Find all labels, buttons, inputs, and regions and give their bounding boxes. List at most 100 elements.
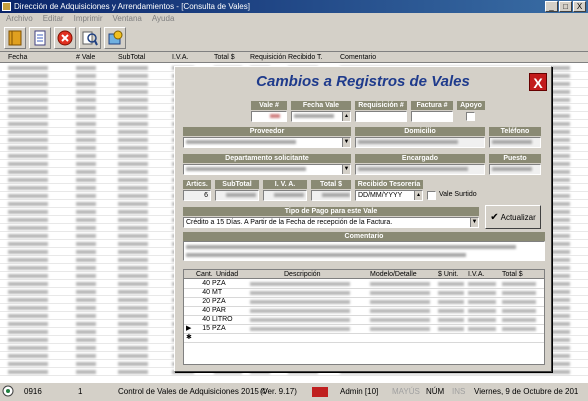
date-spin-icon[interactable]: ▴ bbox=[414, 191, 422, 200]
redacted-cell bbox=[8, 354, 48, 358]
item-cant[interactable]: 40 bbox=[196, 307, 210, 315]
redacted-cell bbox=[118, 114, 148, 118]
minimize-button[interactable]: _ bbox=[545, 1, 558, 12]
apoyo-checkbox[interactable] bbox=[466, 112, 475, 121]
col-fecha[interactable]: Fecha bbox=[8, 53, 27, 63]
redacted-cell bbox=[118, 274, 148, 278]
col-total[interactable]: Total $ bbox=[214, 53, 235, 63]
redacted-cell bbox=[8, 322, 48, 326]
close-icon[interactable]: X bbox=[529, 73, 547, 91]
close-window-button[interactable]: X bbox=[573, 1, 586, 12]
document-icon[interactable] bbox=[29, 27, 51, 49]
redacted-cell bbox=[76, 194, 96, 198]
item-row[interactable]: ✱ bbox=[184, 334, 544, 343]
menu-archivo[interactable]: Archivo bbox=[6, 13, 33, 24]
item-unidad[interactable]: PZA bbox=[212, 325, 226, 333]
actualizar-button[interactable]: ✔ Actualizar bbox=[485, 205, 541, 229]
col-requisicion[interactable]: Requisición bbox=[250, 53, 286, 63]
refresh-icon[interactable] bbox=[104, 27, 126, 49]
col-unit[interactable]: $ Unit. bbox=[438, 270, 458, 279]
item-cant[interactable]: 40 bbox=[196, 316, 210, 324]
col-modelo[interactable]: Modelo/Detalle bbox=[370, 270, 417, 279]
app-icon[interactable] bbox=[2, 2, 11, 11]
vale-surtido-checkbox[interactable] bbox=[427, 191, 436, 200]
redacted-cell bbox=[502, 291, 536, 295]
factura-field[interactable] bbox=[411, 111, 453, 122]
redacted-cell bbox=[8, 338, 48, 342]
status-date: Viernes, 9 de Octubre de 201 bbox=[474, 387, 579, 396]
item-cant[interactable]: 20 bbox=[196, 298, 210, 306]
redacted-cell bbox=[8, 314, 48, 318]
item-row[interactable]: 40 PZA bbox=[184, 280, 544, 289]
col-iva[interactable]: I.V.A. bbox=[172, 53, 188, 63]
redacted-cell bbox=[8, 306, 48, 310]
redacted-cell bbox=[8, 146, 48, 150]
item-row[interactable]: 40 LITRO bbox=[184, 316, 544, 325]
search-icon[interactable] bbox=[79, 27, 101, 49]
chevron-down-icon[interactable]: ▼ bbox=[470, 218, 478, 227]
item-row[interactable]: 15 PZA ▶ bbox=[184, 325, 544, 334]
col-subtotal[interactable]: SubTotal bbox=[118, 53, 145, 63]
comentario-field[interactable] bbox=[183, 241, 545, 261]
redacted-cell bbox=[8, 330, 48, 334]
item-row[interactable]: 40 MT bbox=[184, 289, 544, 298]
menu-ayuda[interactable]: Ayuda bbox=[152, 13, 175, 24]
redacted-cell bbox=[76, 250, 96, 254]
item-cant[interactable]: 40 bbox=[196, 289, 210, 297]
fecha-vale-field[interactable]: ▴ bbox=[291, 111, 351, 122]
menu-editar[interactable]: Editar bbox=[43, 13, 64, 24]
iva-label: I. V. A. bbox=[263, 180, 307, 189]
proveedor-select[interactable]: ▼ bbox=[183, 137, 351, 148]
item-unidad[interactable]: PAR bbox=[212, 307, 226, 315]
col-unidad[interactable]: Unidad bbox=[216, 270, 238, 279]
redacted-cell bbox=[76, 114, 96, 118]
actualizar-label: Actualizar bbox=[500, 212, 536, 222]
redacted-cell bbox=[76, 66, 96, 70]
redacted-cell bbox=[118, 194, 148, 198]
redacted-cell bbox=[76, 274, 96, 278]
chevron-down-icon[interactable]: ▼ bbox=[342, 165, 350, 174]
item-row[interactable]: 40 PAR bbox=[184, 307, 544, 316]
redacted-cell bbox=[118, 154, 148, 158]
redacted-cell bbox=[76, 234, 96, 238]
maximize-button[interactable]: □ bbox=[559, 1, 572, 12]
item-unidad[interactable]: PZA bbox=[212, 298, 226, 306]
redacted-cell bbox=[250, 300, 350, 304]
col-vale[interactable]: # Vale bbox=[76, 53, 95, 63]
redacted-cell bbox=[8, 218, 48, 222]
redacted-cell bbox=[76, 370, 96, 374]
col-cant[interactable]: Cant. bbox=[196, 270, 213, 279]
item-unidad[interactable]: MT bbox=[212, 289, 222, 297]
col-comentario[interactable]: Comentario bbox=[340, 53, 376, 63]
item-cant[interactable]: 40 bbox=[196, 280, 210, 288]
tipo-pago-label: Tipo de Pago para este Vale bbox=[183, 207, 479, 216]
redacted-cell bbox=[118, 74, 148, 78]
menu-imprimir[interactable]: Imprimir bbox=[74, 13, 103, 24]
recibido-field[interactable]: DD/MM/YYYY ▴ bbox=[355, 190, 423, 201]
domicilio-label: Domicilio bbox=[355, 127, 485, 136]
redacted-cell bbox=[76, 170, 96, 174]
tipo-pago-select[interactable]: Crédito a 15 Días. A Partir de la Fecha … bbox=[183, 217, 479, 228]
item-unidad[interactable]: PZA bbox=[212, 280, 226, 288]
item-row[interactable]: 20 PZA bbox=[184, 298, 544, 307]
book-icon[interactable] bbox=[4, 27, 26, 49]
item-cant[interactable]: 15 bbox=[196, 325, 210, 333]
vale-field[interactable] bbox=[251, 111, 287, 122]
items-table[interactable]: Cant. Unidad Descripción Modelo/Detalle … bbox=[183, 269, 545, 365]
chevron-down-icon[interactable]: ▼ bbox=[342, 138, 350, 147]
col-recibido[interactable]: Recibido T. bbox=[288, 53, 323, 63]
redacted-cell bbox=[118, 226, 148, 230]
col-descripcion[interactable]: Descripción bbox=[284, 270, 321, 279]
redacted-cell bbox=[118, 210, 148, 214]
menu-ventana[interactable]: Ventana bbox=[112, 13, 141, 24]
redacted-cell bbox=[8, 266, 48, 270]
col-total-item[interactable]: Total $ bbox=[502, 270, 523, 279]
cambios-dialog: Cambios a Registros de Vales X Vale # Fe… bbox=[174, 66, 552, 372]
departamento-select[interactable]: ▼ bbox=[183, 164, 351, 175]
item-unidad[interactable]: LITRO bbox=[212, 316, 233, 324]
redacted-cell bbox=[8, 370, 48, 374]
requisicion-field[interactable] bbox=[355, 111, 407, 122]
cancel-icon[interactable] bbox=[54, 27, 76, 49]
date-spin-icon[interactable]: ▴ bbox=[342, 112, 350, 121]
col-iva-item[interactable]: I.V.A. bbox=[468, 270, 484, 279]
